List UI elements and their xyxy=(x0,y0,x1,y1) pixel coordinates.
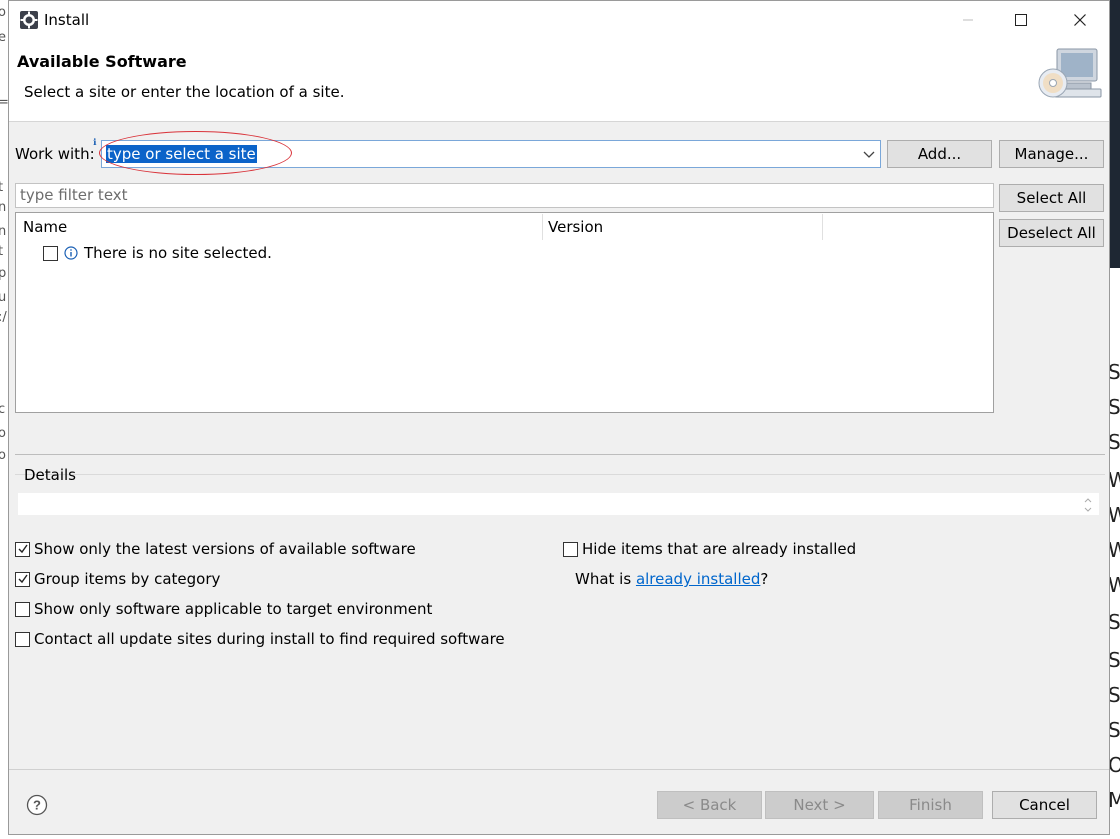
window-title: Install xyxy=(44,11,90,29)
scroll-arrows-icon[interactable] xyxy=(1083,495,1093,515)
column-separator xyxy=(542,214,543,240)
select-all-button[interactable]: Select All xyxy=(999,184,1104,212)
work-with-combo[interactable]: type or select a site xyxy=(101,140,881,168)
show-latest-versions-option[interactable]: Show only the latest versions of availab… xyxy=(15,540,416,558)
contact-all-sites-option[interactable]: Contact all update sites during install … xyxy=(15,630,505,648)
hide-installed-option[interactable]: Hide items that are already installed xyxy=(563,540,856,558)
info-icon xyxy=(64,246,78,260)
maximize-button[interactable] xyxy=(992,1,1050,39)
chevron-down-icon[interactable] xyxy=(862,147,876,161)
show-applicable-label: Show only software applicable to target … xyxy=(34,600,433,618)
minimize-icon xyxy=(963,19,973,21)
finish-button[interactable]: Finish xyxy=(878,791,983,819)
install-dialog: Install Available Software Select a site… xyxy=(8,0,1110,835)
page-title: Available Software xyxy=(17,52,187,71)
close-button[interactable] xyxy=(1051,1,1109,39)
minimize-button[interactable] xyxy=(939,1,997,39)
wizard-header: Available Software Select a site or ente… xyxy=(9,39,1109,122)
deselect-all-button[interactable]: Deselect All xyxy=(999,219,1104,247)
manage-sites-button[interactable]: Manage... xyxy=(999,140,1104,168)
close-icon xyxy=(1074,14,1086,26)
contact-all-sites-label: Contact all update sites during install … xyxy=(34,630,505,648)
table-row[interactable]: There is no site selected. xyxy=(43,243,272,263)
checkmark-icon xyxy=(18,544,28,554)
maximize-icon xyxy=(1015,14,1027,26)
show-latest-checkbox[interactable] xyxy=(15,541,30,557)
group-by-category-option[interactable]: Group items by category xyxy=(15,570,220,588)
content-assist-info-icon: ℹ xyxy=(93,138,97,148)
group-by-category-label: Group items by category xyxy=(34,570,221,588)
what-is-suffix: ? xyxy=(760,570,769,588)
hide-installed-label: Hide items that are already installed xyxy=(582,540,857,558)
row-text: There is no site selected. xyxy=(84,244,272,262)
row-checkbox[interactable] xyxy=(43,245,58,261)
column-separator xyxy=(822,214,823,240)
column-header-version[interactable]: Version xyxy=(548,218,603,236)
page-description: Select a site or enter the location of a… xyxy=(24,83,345,101)
show-latest-label: Show only the latest versions of availab… xyxy=(34,540,416,558)
already-installed-link[interactable]: already installed xyxy=(636,570,760,588)
footer-separator xyxy=(9,769,1109,770)
filter-placeholder: type filter text xyxy=(20,186,128,204)
show-applicable-option[interactable]: Show only software applicable to target … xyxy=(15,600,432,618)
add-site-button[interactable]: Add... xyxy=(887,140,992,168)
what-is-prefix: What is xyxy=(575,570,636,588)
section-divider xyxy=(15,454,1105,455)
install-banner-icon xyxy=(1038,48,1102,98)
show-applicable-checkbox[interactable] xyxy=(15,601,30,617)
hide-installed-checkbox[interactable] xyxy=(563,541,578,557)
software-table[interactable]: Name Version There is no site selected. xyxy=(15,212,994,413)
work-with-combo-text[interactable]: type or select a site xyxy=(106,145,257,163)
what-is-installed-text: What is already installed? xyxy=(575,570,768,588)
filter-input[interactable]: type filter text xyxy=(15,183,994,208)
title-bar: Install xyxy=(9,1,1109,39)
next-button[interactable]: Next > xyxy=(765,791,874,819)
svg-text:?: ? xyxy=(33,798,41,813)
help-icon[interactable]: ? xyxy=(26,794,48,816)
column-header-name[interactable]: Name xyxy=(23,218,67,236)
checkmark-icon xyxy=(18,574,28,584)
details-text-area[interactable] xyxy=(17,492,1100,516)
cancel-button[interactable]: Cancel xyxy=(992,791,1097,819)
group-by-category-checkbox[interactable] xyxy=(15,571,30,587)
details-label: Details xyxy=(24,466,77,484)
contact-all-sites-checkbox[interactable] xyxy=(15,631,30,647)
eclipse-app-icon xyxy=(20,11,38,29)
back-button[interactable]: < Back xyxy=(657,791,762,819)
work-with-label: Work with: xyxy=(15,145,95,163)
